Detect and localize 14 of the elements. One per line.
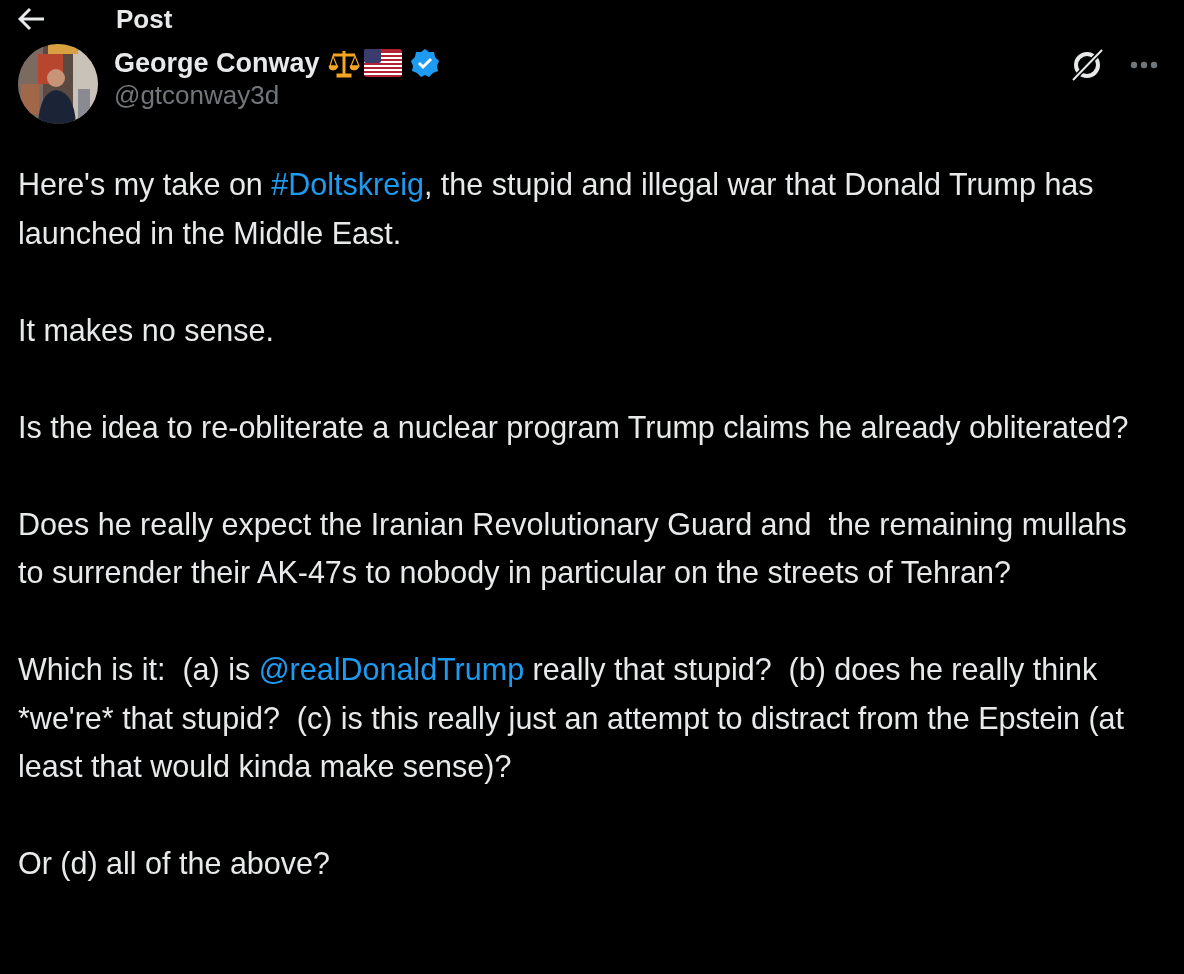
flag-icon (363, 49, 402, 78)
post-paragraph: Or (d) all of the above? (17, 845, 331, 883)
mention-link[interactable]: @realDonaldTrump (258, 652, 525, 686)
back-arrow-icon[interactable] (18, 7, 46, 31)
author-handle[interactable]: @gtconway3d (114, 79, 1068, 114)
post-paragraph: Does he really expect the Iranian Revolutionary Guard and the remaining mullahs to surrender their AK-47s to nobody in particular on the streets of Tehran? (17, 505, 1128, 592)
post-paragraph: Here's my take on #Doltskreig, the stupid and illegal war that Donald Trump has launched in the Middle East. (17, 166, 1095, 252)
hashtag-link[interactable]: #Doltskreig (271, 167, 424, 201)
page-title: Post (116, 6, 173, 32)
post-paragraph: It makes no sense. (17, 311, 275, 349)
author-name[interactable]: George Conway (114, 47, 320, 80)
more-options-icon[interactable] (1130, 61, 1158, 69)
post-paragraph: Is the idea to re-obliterate a nuclear program Trump claims he already obliterated? (17, 408, 1130, 447)
post-paragraph: Which is it: (a) is @realDonaldTrump really that stupid? (b) does he really think *we're* that stupid? (c) is this really just an attempt to distract from the Epstein (at least that would kinda make sense)? (17, 651, 1125, 786)
